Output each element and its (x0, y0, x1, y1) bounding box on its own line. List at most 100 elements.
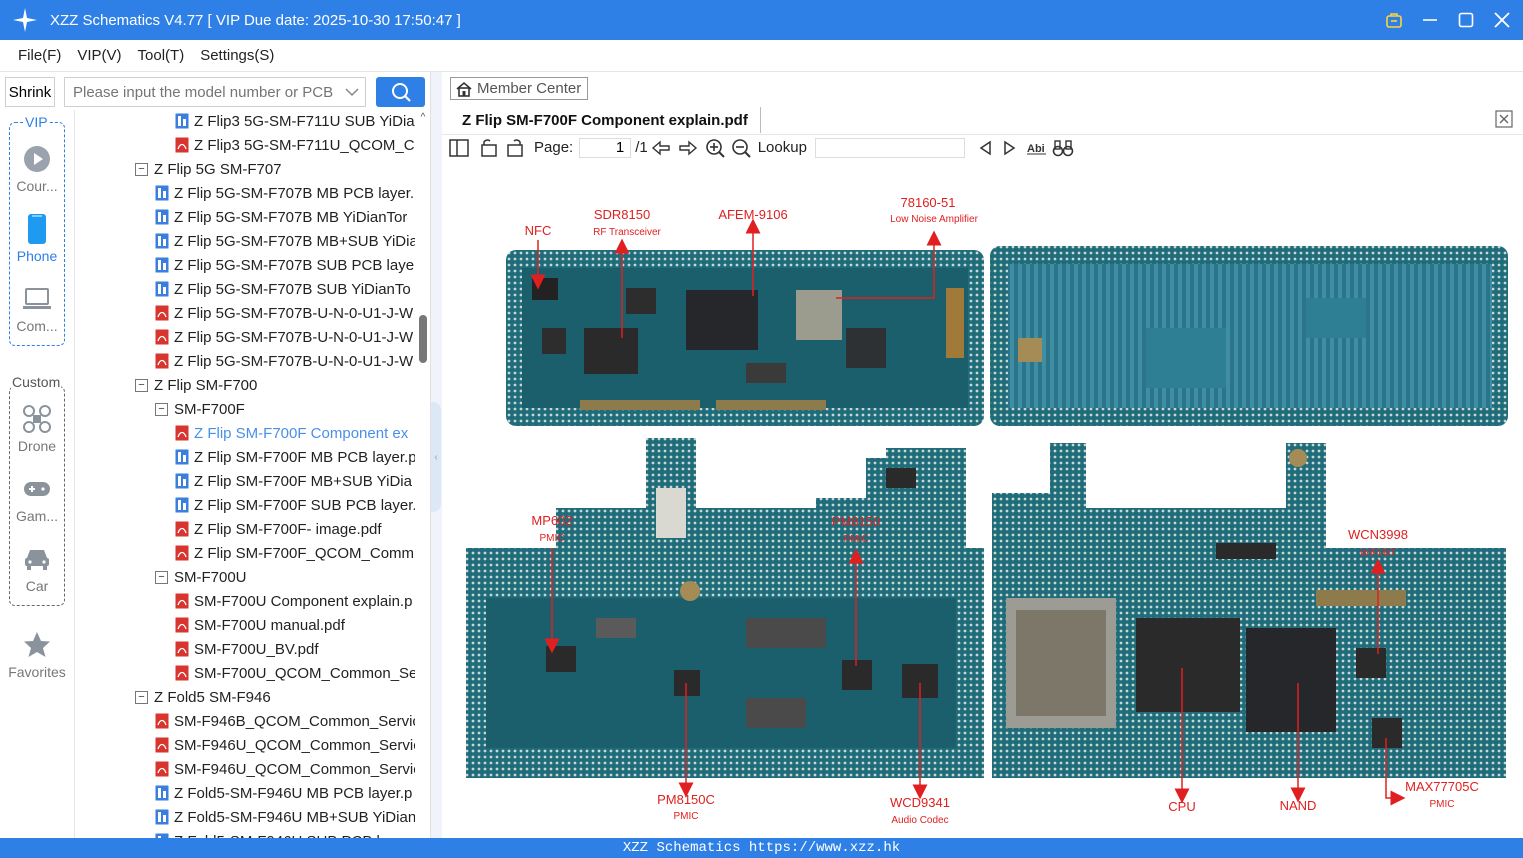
tree-file[interactable]: Z Fold5-SM-F946U MB+SUB YiDian (155, 805, 415, 829)
tree-folder[interactable]: − SM-F700F (155, 397, 415, 421)
tree-file[interactable]: SM-F700U manual.pdf (175, 613, 415, 637)
page-number-input[interactable] (579, 137, 632, 158)
custom-group-label: Custom (11, 374, 62, 390)
rotate-right-icon[interactable] (502, 136, 528, 160)
rail-item-computer[interactable]: Com... (0, 282, 74, 342)
tree-file[interactable]: Z Flip3 5G-SM-F711U_QCOM_Co (175, 133, 415, 157)
lookup-input[interactable] (814, 137, 965, 158)
tree-file[interactable]: Z Flip 5G-SM-F707B MB+SUB YiDia (155, 229, 415, 253)
svg-text:PM8150C: PM8150C (657, 792, 715, 807)
tree-file[interactable]: Z Fold5-SM-F946U MB PCB layer.p (155, 781, 415, 805)
search-button[interactable] (376, 77, 425, 107)
menu-settings[interactable]: Settings(S) (200, 47, 274, 64)
pdf-toolbar: Page: /1 Lookup Abi (442, 134, 1523, 160)
collapse-toggle-icon[interactable]: − (135, 162, 148, 176)
tree-file[interactable]: Z Flip 5G-SM-F707B-U-N-0-U1-J-W (155, 349, 415, 373)
rail-item-courses[interactable]: Cour... (0, 142, 74, 202)
svg-text:RF Transceiver: RF Transceiver (593, 227, 661, 238)
model-search-input[interactable] (65, 78, 339, 106)
tree-file[interactable]: Z Flip SM-F700F Component ex (175, 421, 415, 445)
tree-file[interactable]: Z Flip SM-F700F- image.pdf (175, 517, 415, 541)
pdf-file-icon (175, 545, 189, 561)
tree-file[interactable]: Z Flip 5G-SM-F707B MB YiDianTor (155, 205, 415, 229)
tree-file[interactable]: Z Flip 5G-SM-F707B MB PCB layer. (155, 181, 415, 205)
member-center-button[interactable]: Member Center (450, 77, 588, 100)
previous-page-icon[interactable] (648, 136, 674, 160)
tree-file[interactable]: SM-F946U_QCOM_Common_Servic (155, 757, 415, 781)
panel-splitter[interactable]: ‹ (430, 72, 442, 838)
rail-item-car[interactable]: Car (0, 542, 74, 602)
collapse-toggle-icon[interactable]: − (155, 402, 168, 416)
tree-file[interactable]: Z Flip SM-F700F MB PCB layer.p (175, 445, 415, 469)
menu-tool[interactable]: Tool(T) (138, 47, 185, 64)
pcb-file-icon (155, 281, 169, 297)
tree-scrollbar[interactable]: ^ (416, 110, 430, 838)
tree-file[interactable]: SM-F946B_QCOM_Common_Servic (155, 709, 415, 733)
tree-item-label: Z Flip 5G-SM-F707B MB+SUB YiDia (174, 232, 415, 250)
collapse-handle[interactable]: ‹ (431, 402, 441, 512)
model-tree: Z Flip3 5G-SM-F711U SUB YiDia Z Flip3 5G-… (74, 110, 430, 838)
zoom-out-icon[interactable] (728, 136, 754, 160)
rotate-left-icon[interactable] (476, 136, 502, 160)
shrink-button[interactable]: Shrink (5, 77, 55, 107)
tree-file[interactable]: Z Flip3 5G-SM-F711U SUB YiDia (175, 110, 415, 133)
rail-label-computer: Com... (16, 318, 58, 334)
svg-text:PMIC: PMIC (1430, 799, 1455, 810)
close-button[interactable] (1491, 9, 1513, 31)
binoculars-icon[interactable] (1051, 136, 1075, 160)
svg-text:WCD9341: WCD9341 (890, 795, 950, 810)
pdf-file-icon (175, 641, 189, 657)
maximize-button[interactable] (1455, 9, 1477, 31)
drone-icon (20, 402, 54, 436)
app-logo-icon (0, 0, 50, 40)
tree-item-label: SM-F700U_BV.pdf (194, 640, 319, 658)
next-page-icon[interactable] (674, 136, 702, 160)
chevron-down-icon[interactable] (339, 87, 365, 97)
tree-folder[interactable]: − SM-F700U (155, 565, 415, 589)
tree-item-label: SM-F946U_QCOM_Common_Servic (174, 760, 415, 778)
pcb-file-icon (155, 209, 169, 225)
tree-file[interactable]: SM-F700U_BV.pdf (175, 637, 415, 661)
tree-file[interactable]: Z Flip 5G-SM-F707B SUB PCB layer (155, 253, 415, 277)
menu-file[interactable]: File(F) (18, 47, 61, 64)
svg-text:Low Noise Amplifier: Low Noise Amplifier (890, 214, 978, 225)
gamepad-icon (20, 472, 54, 506)
collapse-toggle-icon[interactable]: − (135, 378, 148, 392)
tree-file[interactable]: Z Flip 5G-SM-F707B-U-N-0-U1-J-W (155, 301, 415, 325)
tree-folder[interactable]: − Z Flip SM-F700 (135, 373, 415, 397)
rail-item-games[interactable]: Gam... (0, 472, 74, 532)
tree-file[interactable]: SM-F700U_QCOM_Common_Se (175, 661, 415, 685)
sidebar-toggle-icon[interactable] (442, 136, 476, 160)
scroll-up-icon[interactable]: ^ (417, 112, 429, 124)
tree-item-label: Z Flip 5G-SM-F707B SUB PCB layer (174, 256, 415, 274)
tree-file[interactable]: SM-F946U_QCOM_Common_Servic (155, 733, 415, 757)
tree-file[interactable]: Z Flip SM-F700F_QCOM_Comm (175, 541, 415, 565)
tree-file[interactable]: SM-F700U Component explain.p (175, 589, 415, 613)
tree-folder[interactable]: − Z Fold5 SM-F946 (135, 685, 415, 709)
tab-document[interactable]: Z Flip SM-F700F Component explain.pdf (450, 107, 761, 133)
tree-file[interactable]: Z Flip SM-F700F SUB PCB layer.p (175, 493, 415, 517)
scrollbar-thumb[interactable] (419, 315, 427, 363)
collapse-toggle-icon[interactable]: − (155, 570, 168, 584)
svg-text:SDR8150: SDR8150 (594, 207, 650, 222)
rail-item-drone[interactable]: Drone (0, 402, 74, 462)
tree-file[interactable]: Z Flip 5G-SM-F707B-U-N-0-U1-J-W (155, 325, 415, 349)
tree-file[interactable]: Z Flip SM-F700F MB+SUB YiDia (175, 469, 415, 493)
find-previous-icon[interactable] (973, 136, 997, 160)
find-next-icon[interactable] (997, 136, 1023, 160)
tree-folder[interactable]: − Z Flip 5G SM-F707 (135, 157, 415, 181)
tree-file[interactable]: Z Fold5-SM-F946U SUB PCB la (155, 829, 415, 838)
match-case-icon[interactable]: Abi (1023, 136, 1051, 160)
rail-item-phone[interactable]: Phone (0, 212, 74, 272)
rail-item-favorites[interactable]: Favorites (0, 628, 74, 688)
vip-bag-icon[interactable] (1383, 9, 1405, 31)
rail-label-car: Car (25, 578, 49, 594)
close-tab-icon[interactable] (1495, 110, 1513, 128)
collapse-toggle-icon[interactable]: − (135, 690, 148, 704)
tree-item-label: SM-F700U manual.pdf (194, 616, 345, 634)
menu-vip[interactable]: VIP(V) (77, 47, 121, 64)
tree-file[interactable]: Z Flip 5G-SM-F707B SUB YiDianTo (155, 277, 415, 301)
zoom-in-icon[interactable] (702, 136, 728, 160)
svg-text:PMIC: PMIC (844, 534, 869, 545)
minimize-button[interactable] (1419, 9, 1441, 31)
